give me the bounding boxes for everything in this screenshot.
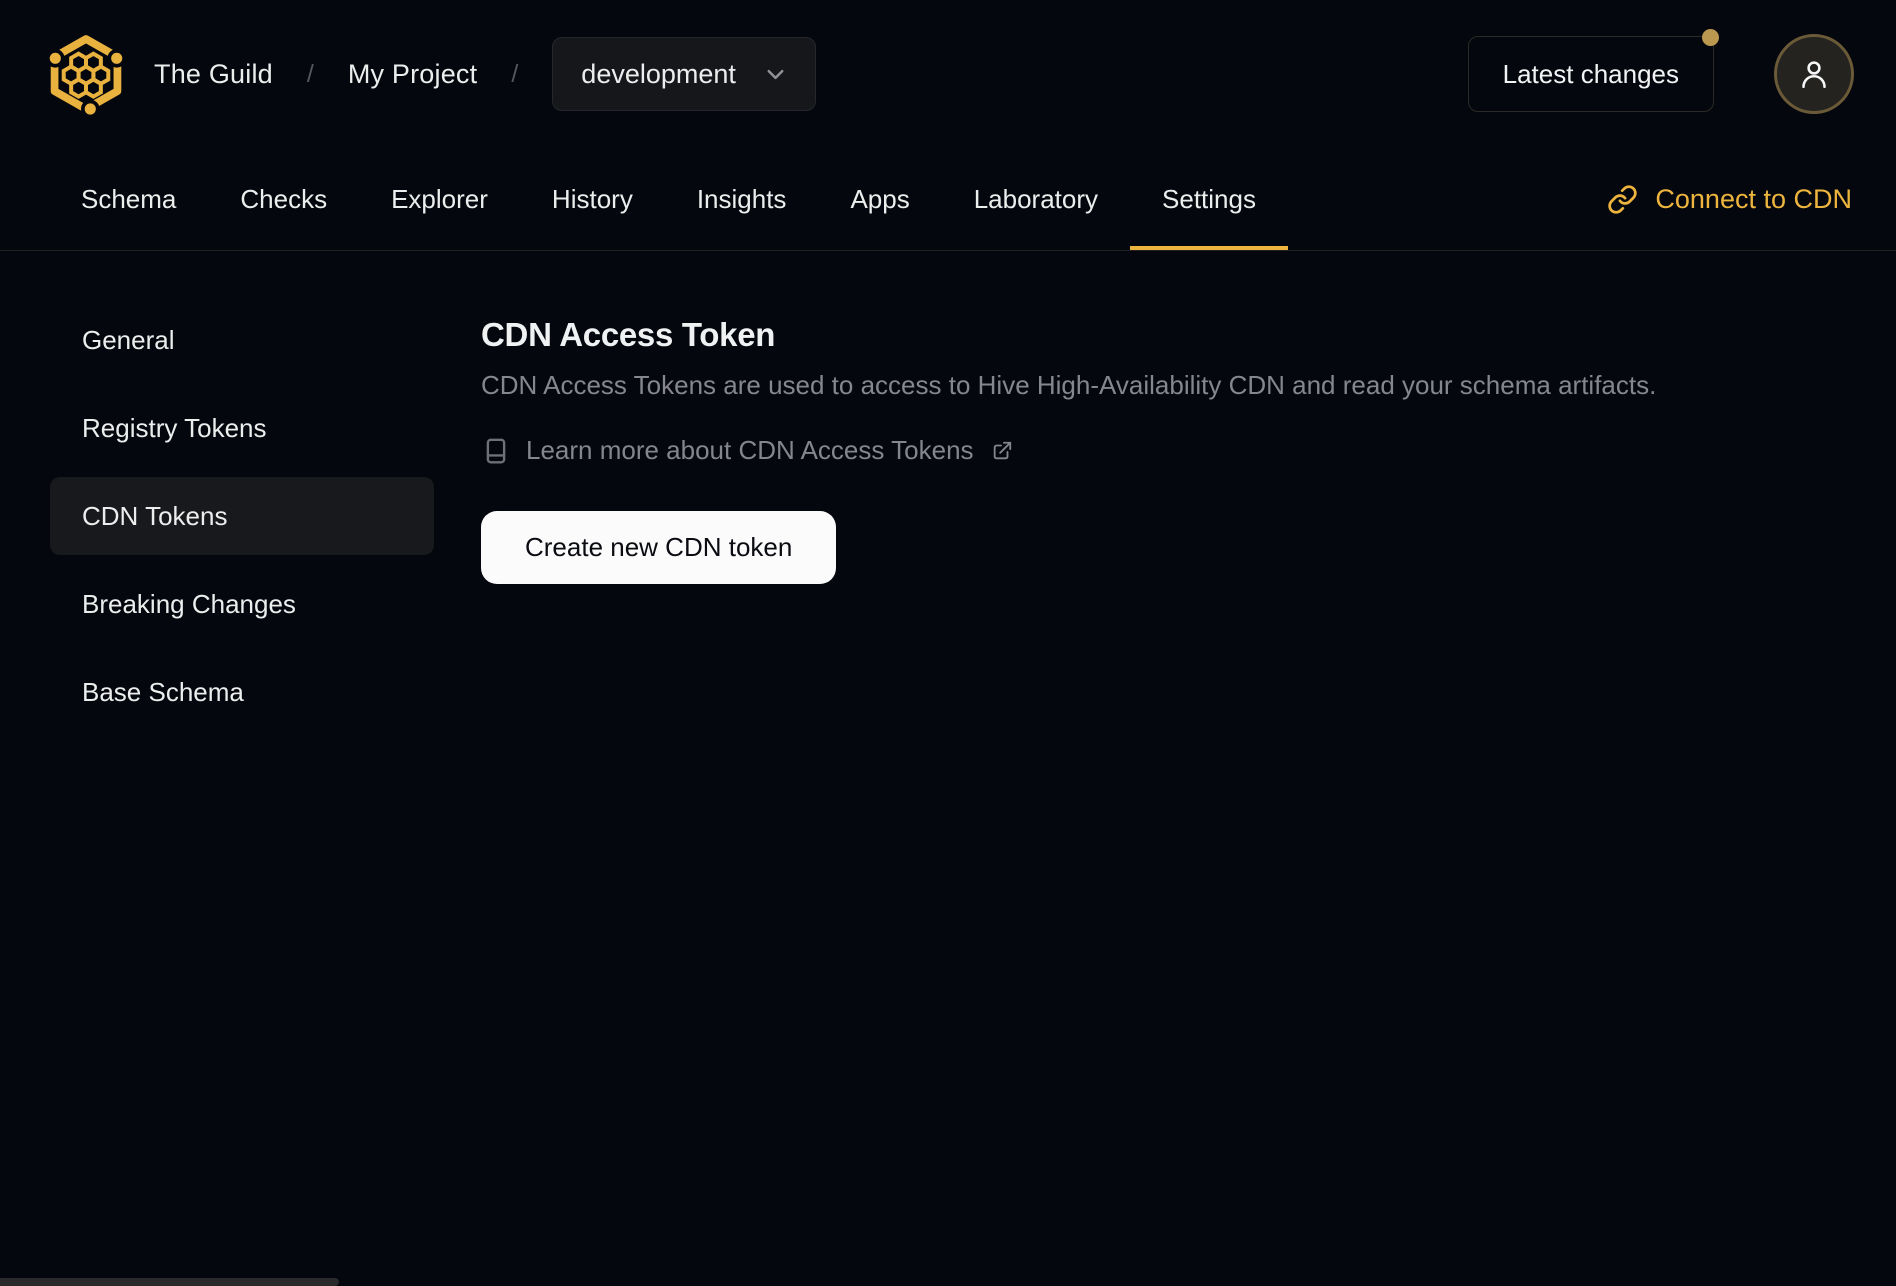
sidebar-item-breaking-changes[interactable]: Breaking Changes [50, 565, 434, 643]
settings-sidebar: General Registry Tokens CDN Tokens Break… [0, 251, 434, 741]
breadcrumb-separator: / [306, 59, 314, 88]
notification-dot [1702, 29, 1719, 46]
tab-insights[interactable]: Insights [665, 148, 819, 250]
create-cdn-token-button[interactable]: Create new CDN token [481, 510, 837, 584]
hive-logo[interactable] [46, 30, 126, 118]
tab-schema[interactable]: Schema [49, 148, 208, 250]
sidebar-item-cdn-tokens[interactable]: CDN Tokens [50, 477, 434, 555]
connect-to-cdn-label: Connect to CDN [1655, 183, 1852, 214]
link-icon [1608, 184, 1638, 214]
breadcrumb: The Guild / My Project / development [154, 37, 816, 111]
target-selector-value: development [581, 58, 736, 89]
learn-more-label: Learn more about CDN Access Tokens [526, 435, 974, 465]
sidebar-item-base-schema[interactable]: Base Schema [50, 653, 434, 731]
sidebar-item-registry-tokens[interactable]: Registry Tokens [50, 389, 434, 467]
breadcrumb-separator: / [511, 59, 519, 88]
tab-apps[interactable]: Apps [818, 148, 941, 250]
tab-explorer[interactable]: Explorer [359, 148, 520, 250]
user-avatar-button[interactable] [1774, 34, 1854, 114]
horizontal-scrollbar-thumb[interactable] [0, 1278, 339, 1286]
learn-more-link[interactable]: Learn more about CDN Access Tokens [481, 435, 1013, 466]
tab-checks[interactable]: Checks [208, 148, 359, 250]
connect-to-cdn-link[interactable]: Connect to CDN [1607, 184, 1852, 215]
tab-laboratory[interactable]: Laboratory [942, 148, 1130, 250]
settings-content: General Registry Tokens CDN Tokens Break… [0, 251, 1896, 741]
header: The Guild / My Project / development Lat… [0, 0, 1896, 148]
main-content: CDN Access Token CDN Access Tokens are u… [434, 251, 1896, 584]
external-link-icon [993, 441, 1011, 459]
page-title: CDN Access Token [481, 316, 776, 353]
user-icon [1802, 61, 1826, 89]
latest-changes-label: Latest changes [1502, 58, 1679, 89]
breadcrumb-project[interactable]: My Project [348, 59, 478, 90]
page-description: CDN Access Tokens are used to access to … [481, 370, 1657, 400]
tab-bar: Schema Checks Explorer History Insights … [0, 148, 1896, 251]
breadcrumb-organization[interactable]: The Guild [154, 59, 273, 90]
hive-honeycomb-logo-icon [46, 35, 126, 118]
app-root: The Guild / My Project / development Lat… [0, 0, 1896, 1286]
chevron-down-icon [767, 69, 784, 79]
sidebar-item-general[interactable]: General [50, 301, 434, 379]
latest-changes-button[interactable]: Latest changes [1467, 29, 1719, 112]
book-icon [486, 438, 506, 463]
target-selector-dropdown[interactable]: development [552, 37, 816, 111]
tab-history[interactable]: History [520, 148, 665, 250]
tab-settings[interactable]: Settings [1130, 148, 1288, 250]
